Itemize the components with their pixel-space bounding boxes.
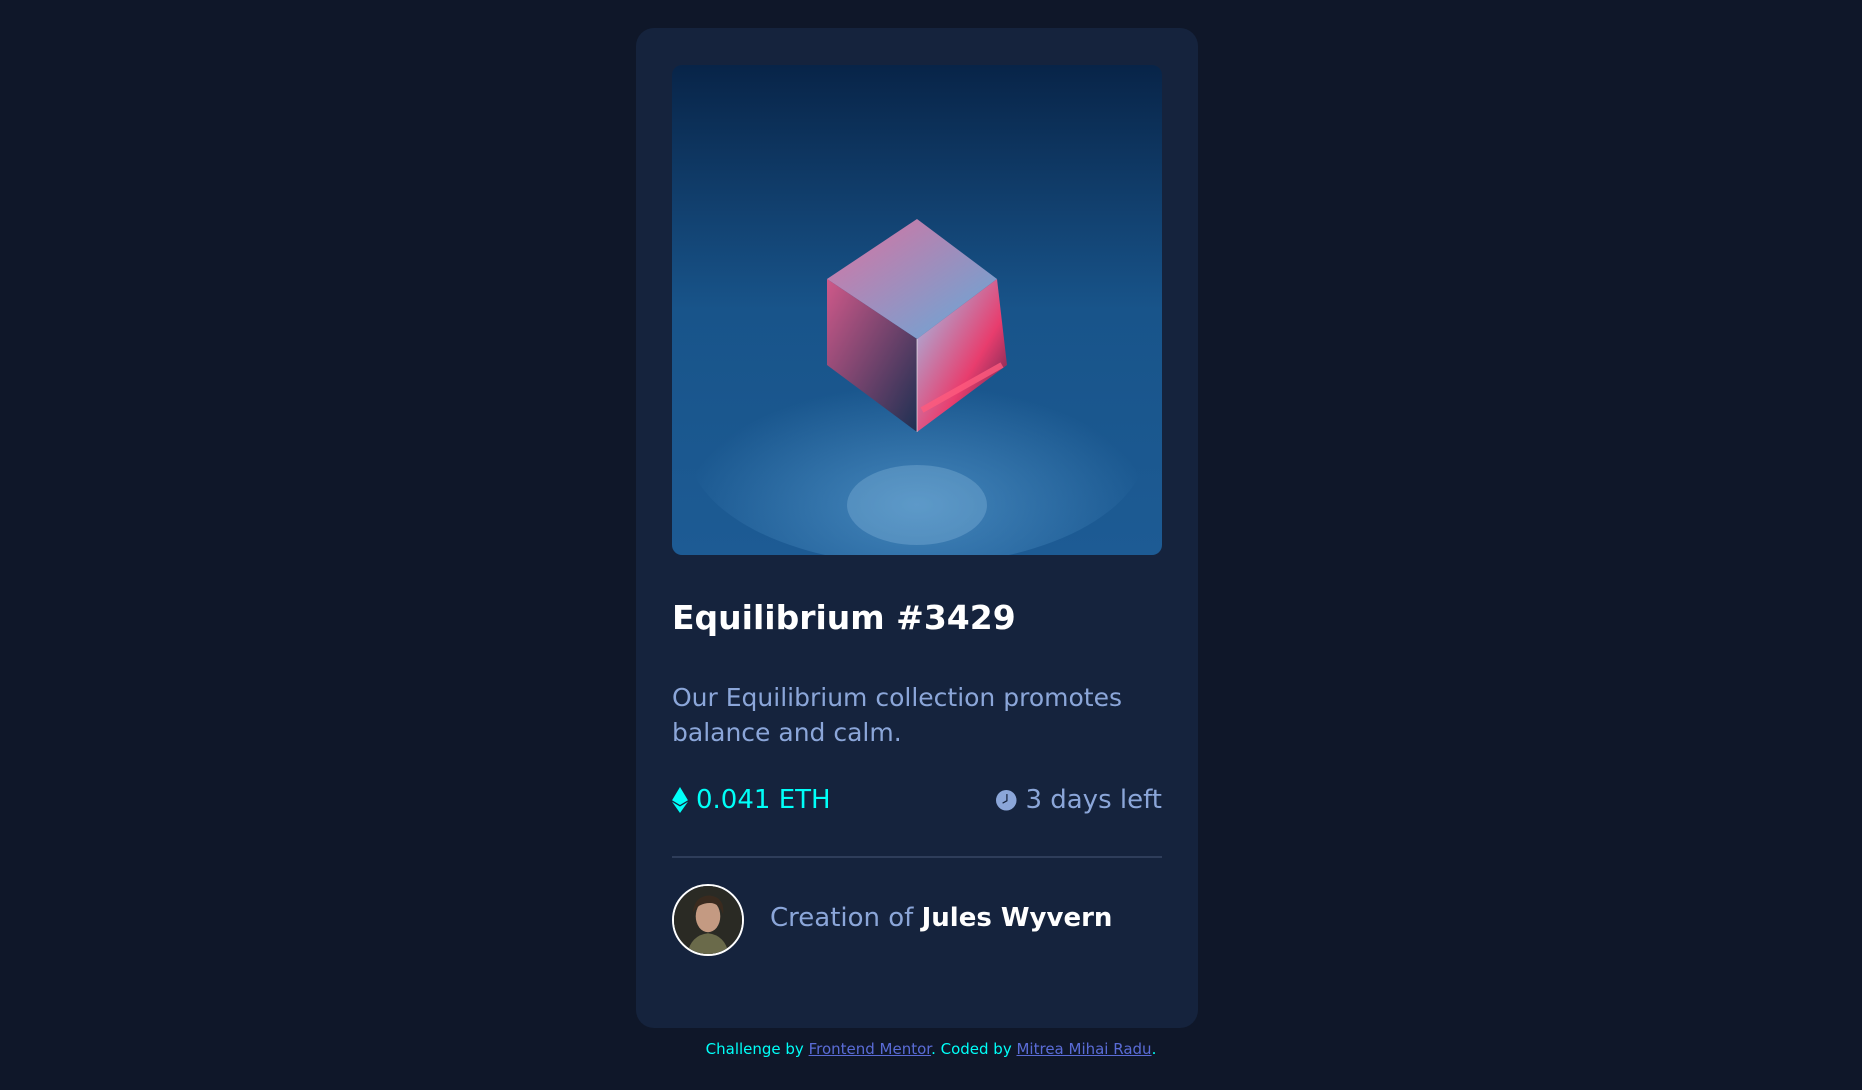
nft-description: Our Equilibrium collection promotes bala… [672,683,1122,747]
price-value: 0.041 ETH [696,785,831,815]
attribution-suffix: . [1151,1040,1157,1058]
avatar [672,884,744,956]
creator-name-link[interactable]: Jules Wyvern [922,903,1113,933]
time-left-value: 3 days left [1025,785,1162,815]
clock-icon [996,789,1017,811]
equilibrium-image[interactable] [672,65,1162,555]
nft-title[interactable]: Equilibrium #3429 [672,598,1162,637]
attribution-prefix: Challenge by [705,1040,809,1058]
attribution-middle: . Coded by [931,1040,1017,1058]
frontend-mentor-link[interactable]: Frontend Mentor [809,1040,932,1058]
time-remaining: 3 days left [996,785,1162,815]
divider [672,856,1162,858]
creator-line: Creation of Jules Wyvern [770,903,1112,933]
nft-card: Equilibrium #3429 Our Equilibrium collec… [636,28,1198,1028]
author-link[interactable]: Mitrea Mihai Radu [1016,1040,1151,1058]
price-info: 0.041 ETH [672,785,831,815]
attribution: Challenge by Frontend Mentor. Coded by M… [0,1040,1862,1058]
creator-prefix: Creation of [770,903,922,933]
ethereum-icon [672,787,688,813]
